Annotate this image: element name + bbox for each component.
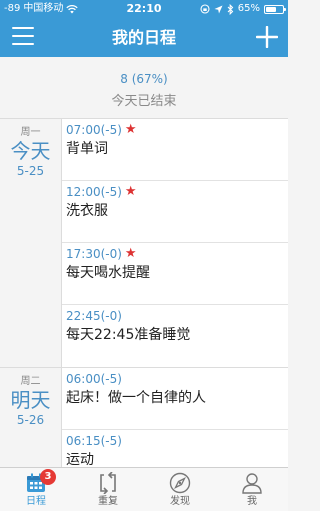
event-title: 每天22:45准备睡觉 (66, 327, 191, 343)
day-date: 5-25 (16, 164, 45, 178)
date-column: 周二 明天 5-26 (0, 368, 62, 467)
star-icon: ★ (124, 122, 137, 137)
events-column: 06:00(-5) 起床！做一个自律的人 06:15(-5) 运动 (62, 368, 288, 467)
repeat-icon (100, 472, 116, 494)
tab-label: 发现 (170, 496, 190, 507)
event-time: 12:00(-5) (66, 185, 122, 199)
event-time-row: 07:00(-5) ★ (66, 122, 288, 138)
location-icon (214, 5, 223, 13)
day-weekday: 周二 (20, 376, 41, 387)
star-icon: ★ (124, 246, 137, 261)
event-time: 07:00(-5) (66, 123, 122, 137)
event-title: 背单词 (66, 141, 108, 157)
event-title: 洗衣服 (66, 203, 108, 219)
summary-status: 今天已结束 (111, 94, 177, 109)
day-group: 周一 今天 5-25 07:00(-5) ★ 背单词 12:00(-5) ★ 洗衣服 17:30(… (0, 119, 288, 368)
date-column: 周一 今天 5-25 (0, 119, 62, 367)
event-item[interactable]: 17:30(-0) ★ 每天喝水提醒 (62, 243, 288, 305)
event-time: 17:30(-0) (66, 247, 122, 261)
event-time: 06:00(-5) (66, 372, 122, 386)
battery-level (266, 6, 277, 12)
event-item[interactable]: 07:00(-5) ★ 背单词 (62, 119, 288, 181)
event-item[interactable]: 12:00(-5) ★ 洗衣服 (62, 181, 288, 243)
page-title: 我的日程 (111, 28, 176, 47)
tab-repeat[interactable]: 重复 (72, 468, 144, 511)
battery-icon (264, 4, 286, 14)
notification-badge: 3 (40, 469, 56, 485)
compass-icon (169, 472, 191, 494)
star-icon: ★ (124, 184, 137, 199)
tab-me[interactable]: 我 (216, 468, 288, 511)
tab-schedule[interactable]: 日程 3 (0, 468, 72, 511)
add-button[interactable] (256, 26, 278, 48)
status-right: 65% (200, 0, 286, 18)
lock-rotation-icon (200, 4, 210, 14)
events-column: 07:00(-5) ★ 背单词 12:00(-5) ★ 洗衣服 17:30(-0) ★ 每天喝水… (62, 119, 288, 367)
event-time-row: 22:45(-0) (66, 308, 288, 324)
day-weekday: 周一 (20, 127, 41, 138)
tab-discover[interactable]: 发现 (144, 468, 216, 511)
summary-count: 8 (67%) (120, 72, 168, 86)
event-time-row: 17:30(-0) ★ (66, 246, 288, 262)
event-item[interactable]: 22:45(-0) 每天22:45准备睡觉 (62, 305, 288, 367)
tab-label: 我 (247, 496, 257, 507)
day-label: 明天 (10, 388, 51, 412)
event-time: 06:15(-5) (66, 434, 122, 448)
day-group: 周二 明天 5-26 06:00(-5) 起床！做一个自律的人 06:15(-5) 运动 (0, 368, 288, 467)
event-time-row: 12:00(-5) ★ (66, 184, 288, 200)
battery-percent: 65% (237, 3, 260, 14)
event-title: 运动 (66, 452, 94, 467)
bluetooth-icon (227, 3, 234, 15)
event-title: 每天喝水提醒 (66, 265, 150, 281)
schedule-list[interactable]: 周一 今天 5-25 07:00(-5) ★ 背单词 12:00(-5) ★ 洗衣服 17:30(… (0, 119, 288, 467)
today-summary: 8 (67%) 今天已结束 (0, 57, 288, 119)
person-icon (242, 473, 262, 494)
event-title: 起床！做一个自律的人 (66, 390, 206, 406)
tab-label: 重复 (98, 496, 118, 507)
tab-bar: 日程 3 重复 发现 我 (0, 467, 288, 511)
header: -89 中国移动 22:10 65% 我的日程 (0, 0, 288, 57)
status-bar: -89 中国移动 22:10 65% (0, 0, 288, 18)
nav-bar: 我的日程 (0, 18, 288, 57)
event-time-row: 06:15(-5) (66, 433, 288, 449)
event-time: 22:45(-0) (66, 309, 122, 323)
event-time-row: 06:00(-5) (66, 371, 288, 387)
event-item[interactable]: 06:15(-5) 运动 (62, 430, 288, 467)
event-item[interactable]: 06:00(-5) 起床！做一个自律的人 (62, 368, 288, 430)
day-date: 5-26 (16, 413, 45, 427)
tab-label: 日程 (26, 496, 46, 507)
day-label: 今天 (10, 139, 51, 163)
